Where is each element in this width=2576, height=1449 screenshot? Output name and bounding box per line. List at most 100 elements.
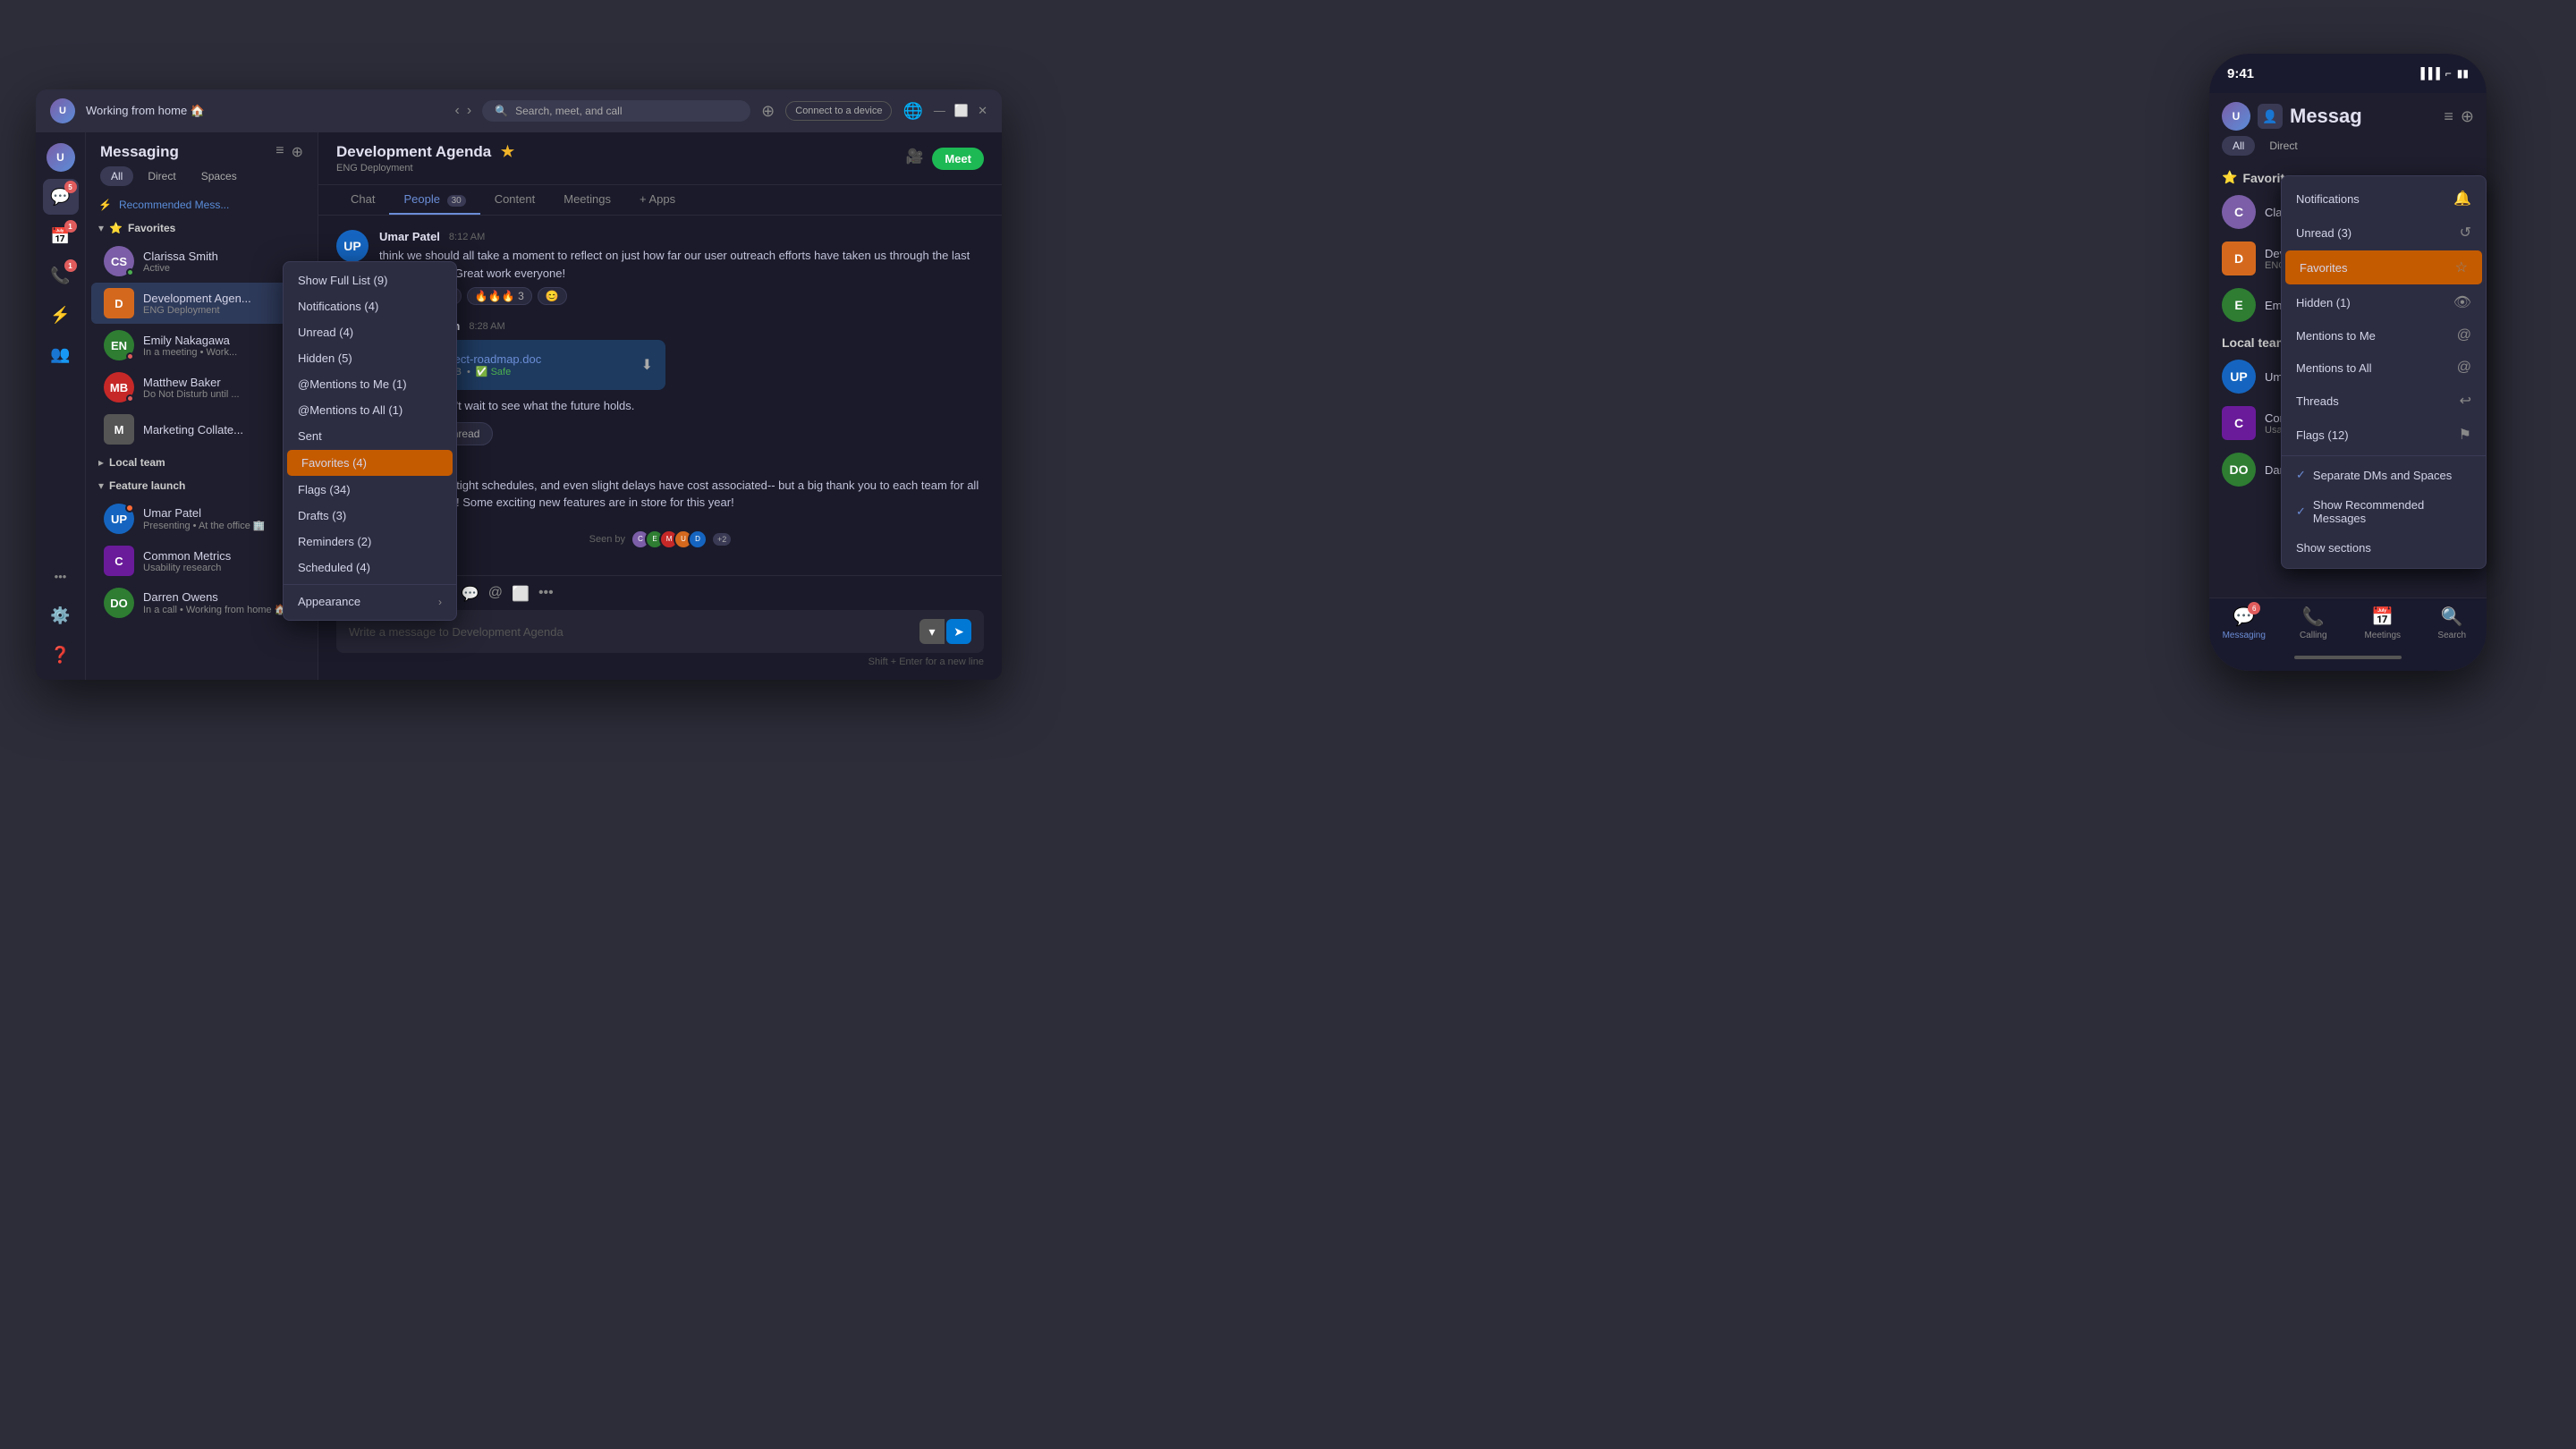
compose-icon[interactable]: ⊕: [292, 143, 303, 161]
phone-nav-meetings[interactable]: 📅 Meetings: [2348, 606, 2418, 640]
app-title: Working from home 🏠: [86, 104, 445, 118]
phone-compose-icon[interactable]: ⊕: [2461, 107, 2474, 126]
send-dropdown-button[interactable]: ▾: [919, 619, 945, 644]
send-button[interactable]: ➤: [946, 619, 971, 644]
menu-item-mentions-all[interactable]: @Mentions to All (1): [284, 397, 456, 423]
contact-status: Usability research: [143, 563, 276, 573]
nav-user-avatar[interactable]: U: [43, 140, 79, 175]
phone-menu-flags[interactable]: Flags (12) ⚑: [2282, 418, 2486, 452]
sidebar-item-more[interactable]: •••: [43, 558, 79, 594]
tab-spaces[interactable]: Spaces: [191, 166, 248, 186]
activity-icon: ⚡: [50, 306, 70, 325]
phone-local-team-label: Local team: [2222, 335, 2287, 350]
sidebar-item-activity[interactable]: ⚡: [43, 297, 79, 333]
menu-item-scheduled[interactable]: Scheduled (4): [284, 555, 456, 580]
phone-menu-hidden[interactable]: Hidden (1) 👁: [2282, 285, 2486, 319]
menu-item-show-full-list[interactable]: Show Full List (9): [284, 267, 456, 293]
sticker-icon[interactable]: 💬: [462, 585, 479, 603]
wifi-icon: ⌐: [2445, 67, 2452, 80]
minimize-icon[interactable]: —: [934, 104, 945, 118]
list-item[interactable]: C Common Metrics Usability research ●: [91, 540, 312, 581]
phone-nav-search[interactable]: 🔍 Search: [2418, 606, 2487, 640]
phone-menu-favorites[interactable]: Favorites ☆: [2285, 250, 2482, 284]
phone-nav-messaging[interactable]: 💬 6 Messaging: [2209, 606, 2279, 640]
menu-label: Hidden (1): [2296, 296, 2351, 309]
phone-menu-threads[interactable]: Threads ↩: [2282, 384, 2486, 418]
list-item[interactable]: EN Emily Nakagawa In a meeting • Work...: [91, 325, 312, 366]
video-icon[interactable]: 🎥: [905, 148, 923, 170]
user-avatar[interactable]: U: [50, 98, 75, 123]
phone-user-avatar[interactable]: U: [2222, 102, 2250, 131]
menu-item-sent[interactable]: Sent: [284, 423, 456, 449]
add-icon[interactable]: ⊕: [761, 102, 775, 121]
download-icon[interactable]: ⬇: [641, 356, 653, 374]
feature-launch-label: Feature launch: [109, 479, 185, 492]
tab-apps[interactable]: + Apps: [625, 185, 690, 215]
sidebar-item-calendar[interactable]: 📅 1: [43, 218, 79, 254]
menu-label: @Mentions to All (1): [298, 403, 402, 417]
menu-item-unread[interactable]: Unread (4): [284, 319, 456, 345]
more-options-icon[interactable]: •••: [538, 585, 554, 603]
eye-icon: 👁: [2453, 293, 2471, 311]
schedule-icon[interactable]: ⬜: [512, 585, 530, 603]
menu-item-hidden[interactable]: Hidden (5): [284, 345, 456, 371]
search-placeholder: Search, meet, and call: [515, 105, 622, 117]
phone-menu-mentions-all[interactable]: Mentions to All @: [2282, 352, 2486, 384]
phone-menu-separate-dms[interactable]: ✓ Separate DMs and Spaces: [2282, 460, 2486, 490]
nav-arrows: ‹ ›: [455, 103, 472, 119]
menu-item-appearance[interactable]: Appearance ›: [284, 589, 456, 614]
menu-item-reminders[interactable]: Reminders (2): [284, 529, 456, 555]
sidebar-item-settings[interactable]: ⚙️: [43, 597, 79, 633]
menu-item-notifications[interactable]: Notifications (4): [284, 293, 456, 319]
sidebar-item-help[interactable]: ❓: [43, 637, 79, 673]
menu-label: Mentions to Me: [2296, 329, 2376, 343]
list-item[interactable]: MB Matthew Baker Do Not Disturb until ..…: [91, 367, 312, 408]
favorite-star-icon[interactable]: ★: [501, 143, 514, 160]
tab-meetings[interactable]: Meetings: [549, 185, 625, 215]
sidebar-item-calls[interactable]: 📞 1: [43, 258, 79, 293]
reaction[interactable]: 🔥🔥🔥 3: [467, 287, 532, 305]
connect-button[interactable]: Connect to a device: [785, 101, 892, 121]
tab-content[interactable]: Content: [480, 185, 550, 215]
recommended-label: Recommended Mess...: [119, 199, 229, 211]
list-item[interactable]: CS Clarissa Smith Active: [91, 241, 312, 282]
phone-menu-unread[interactable]: Unread (3) ↺: [2282, 216, 2486, 250]
phone-tab-all[interactable]: All: [2222, 136, 2255, 156]
sidebar-item-teams[interactable]: 👥: [43, 336, 79, 372]
tab-chat[interactable]: Chat: [336, 185, 389, 215]
list-item[interactable]: UP Umar Patel Presenting • At the office…: [91, 498, 312, 539]
filter-icon[interactable]: ≡: [275, 143, 284, 161]
phone-menu-mentions-me[interactable]: Mentions to Me @: [2282, 319, 2486, 352]
phone-nav-calling[interactable]: 📞 Calling: [2279, 606, 2349, 640]
nav-bar: U 💬 5 📅 1 📞 1 ⚡ 👥 •••: [36, 132, 86, 680]
list-item[interactable]: D Development Agen... ENG Deployment: [91, 283, 312, 324]
phone-list-icon[interactable]: ≡: [2444, 107, 2453, 126]
teams-icon: 👥: [50, 345, 70, 364]
favorites-section[interactable]: ▾ ⭐ Favorites: [86, 216, 318, 240]
menu-item-drafts[interactable]: Drafts (3): [284, 503, 456, 529]
mention-icon[interactable]: @: [488, 585, 503, 603]
forward-icon[interactable]: ›: [467, 103, 471, 119]
list-item[interactable]: M Marketing Collate...: [91, 409, 312, 450]
menu-item-mentions-me[interactable]: @Mentions to Me (1): [284, 371, 456, 397]
phone-menu-show-sections[interactable]: Show sections: [2282, 533, 2486, 563]
menu-item-favorites[interactable]: Favorites (4): [287, 450, 453, 476]
search-bar[interactable]: 🔍 Search, meet, and call: [482, 100, 750, 122]
recommended-messages[interactable]: ⚡ Recommended Mess...: [86, 193, 318, 216]
close-icon[interactable]: ✕: [978, 104, 987, 118]
reaction[interactable]: 😊: [538, 287, 567, 305]
list-item[interactable]: DO Darren Owens In a call • Working from…: [91, 582, 312, 623]
maximize-icon[interactable]: ⬜: [954, 104, 969, 118]
meet-button[interactable]: Meet: [932, 148, 984, 170]
tab-all[interactable]: All: [100, 166, 133, 186]
thread-icon: ↩: [2460, 392, 2471, 410]
sidebar-item-messaging[interactable]: 💬 5: [43, 179, 79, 215]
phone-tab-direct[interactable]: Direct: [2258, 136, 2308, 156]
menu-item-flags[interactable]: Flags (34): [284, 477, 456, 503]
phone-avatar-icon[interactable]: 👤: [2258, 104, 2283, 129]
phone-menu-notifications[interactable]: Notifications 🔔: [2282, 182, 2486, 216]
tab-people[interactable]: People 30: [389, 185, 479, 215]
phone-menu-show-recommended[interactable]: ✓ Show Recommended Messages: [2282, 490, 2486, 533]
back-icon[interactable]: ‹: [455, 103, 460, 119]
tab-direct[interactable]: Direct: [137, 166, 186, 186]
